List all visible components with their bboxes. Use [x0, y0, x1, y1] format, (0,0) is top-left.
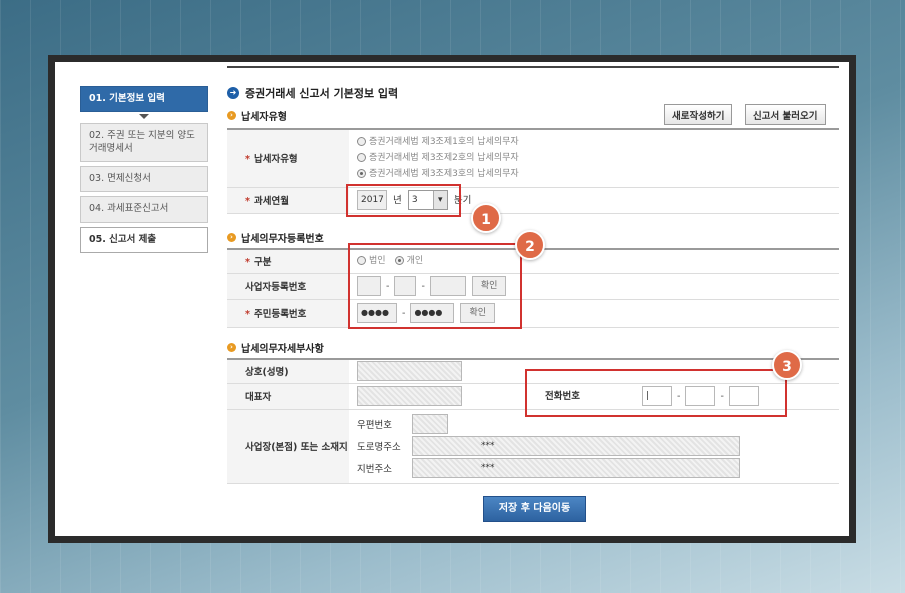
label-company: 상호(성명) — [227, 358, 349, 384]
jibun-address-input[interactable]: *** — [412, 458, 740, 478]
registration-table: * 구분 법인 개인 사업자등록번호 -- 확인 * 주민등록번호 ●●●● -… — [227, 248, 839, 328]
radio-selected-icon — [357, 169, 366, 179]
zip-input[interactable] — [412, 414, 448, 434]
highlight-box-1 — [346, 184, 461, 217]
page-title: ➜ 증권거래세 신고서 기본정보 입력 — [227, 85, 398, 101]
section-registration: › 납세의무자등록번호 — [227, 230, 324, 245]
label-zip: 우편번호 — [357, 420, 392, 431]
step-sidebar: 01. 기본정보 입력 02. 주권 또는 지분의 양도 거래명세서 03. 면… — [80, 86, 208, 257]
arrow-right-icon: › — [227, 111, 236, 120]
address-fields: 우편번호 도로명주소 *** 지번주소 *** — [349, 409, 839, 484]
section-title: 납세의무자세부사항 — [241, 344, 324, 355]
company-input[interactable] — [357, 361, 462, 382]
radio-option-3[interactable]: 증권거래세법 제3조제3호의 납세의무자 — [357, 166, 839, 182]
representative-input[interactable] — [357, 386, 462, 406]
section-title: 납세자유형 — [241, 112, 287, 123]
step-badge-3: 3 — [772, 350, 802, 380]
label-representative: 대표자 — [227, 383, 349, 410]
representative-field — [349, 383, 519, 410]
radio-option-1[interactable]: 증권거래세법 제3조제1호의 납세의무자 — [357, 134, 839, 150]
taxpayer-type-table: * 납세자유형 증권거래세법 제3조제1호의 납세의무자 증권거래세법 제3조제2… — [227, 128, 839, 214]
form-panel: 01. 기본정보 입력 02. 주권 또는 지분의 양도 거래명세서 03. 면… — [55, 62, 849, 536]
save-next-button[interactable]: 저장 후 다음이동 — [483, 496, 586, 522]
radio-icon — [357, 153, 366, 163]
label-bizno: 사업자등록번호 — [227, 273, 349, 300]
taxpayer-type-options: 증권거래세법 제3조제1호의 납세의무자 증권거래세법 제3조제2호의 납세의무… — [349, 128, 839, 188]
load-form-button[interactable]: 신고서 불러오기 — [745, 104, 826, 125]
label-jibun: 지번주소 — [357, 464, 392, 475]
section-details: › 납세의무자세부사항 — [227, 340, 324, 355]
road-address-input[interactable]: *** — [412, 436, 740, 456]
arrow-right-icon: ➜ — [227, 87, 239, 99]
step-basic-info[interactable]: 01. 기본정보 입력 — [80, 86, 208, 113]
label-address: 사업장(본점) 또는 소재지 — [227, 409, 349, 484]
label-tax-period: * 과세연월 — [227, 187, 349, 214]
jibun-row: 지번주소 *** — [357, 457, 839, 479]
step-badge-2: 2 — [515, 230, 545, 260]
highlight-box-3 — [525, 369, 787, 417]
radio-icon — [357, 137, 366, 147]
label-resno: * 주민등록번호 — [227, 299, 349, 328]
step-tax-base[interactable]: 04. 과세표준신고서 — [80, 196, 208, 223]
section-taxpayer-type: › 납세자유형 — [227, 108, 287, 123]
step-exemption[interactable]: 03. 면제신청서 — [80, 166, 208, 193]
radio-option-2[interactable]: 증권거래세법 제3조제2호의 납세의무자 — [357, 150, 839, 166]
arrow-right-icon: › — [227, 233, 236, 242]
step-transfer-statement[interactable]: 02. 주권 또는 지분의 양도 거래명세서 — [80, 123, 208, 163]
label-road: 도로명주소 — [357, 442, 401, 453]
label-taxpayer-type: * 납세자유형 — [227, 128, 349, 188]
page-title-text: 증권거래세 신고서 기본정보 입력 — [245, 87, 399, 100]
label-kind: * 구분 — [227, 248, 349, 274]
arrow-right-icon: › — [227, 343, 236, 352]
top-divider — [227, 66, 839, 68]
step-submit[interactable]: 05. 신고서 제출 — [80, 226, 208, 254]
screenshot-frame: 01. 기본정보 입력 02. 주권 또는 지분의 양도 거래명세서 03. 면… — [48, 55, 856, 543]
step-badge-1: 1 — [471, 203, 501, 233]
road-row: 도로명주소 *** — [357, 435, 839, 457]
step-arrow-icon — [139, 114, 149, 120]
highlight-box-2 — [348, 243, 522, 329]
section-title: 납세의무자등록번호 — [241, 234, 324, 245]
new-form-button[interactable]: 새로작성하기 — [664, 104, 733, 125]
